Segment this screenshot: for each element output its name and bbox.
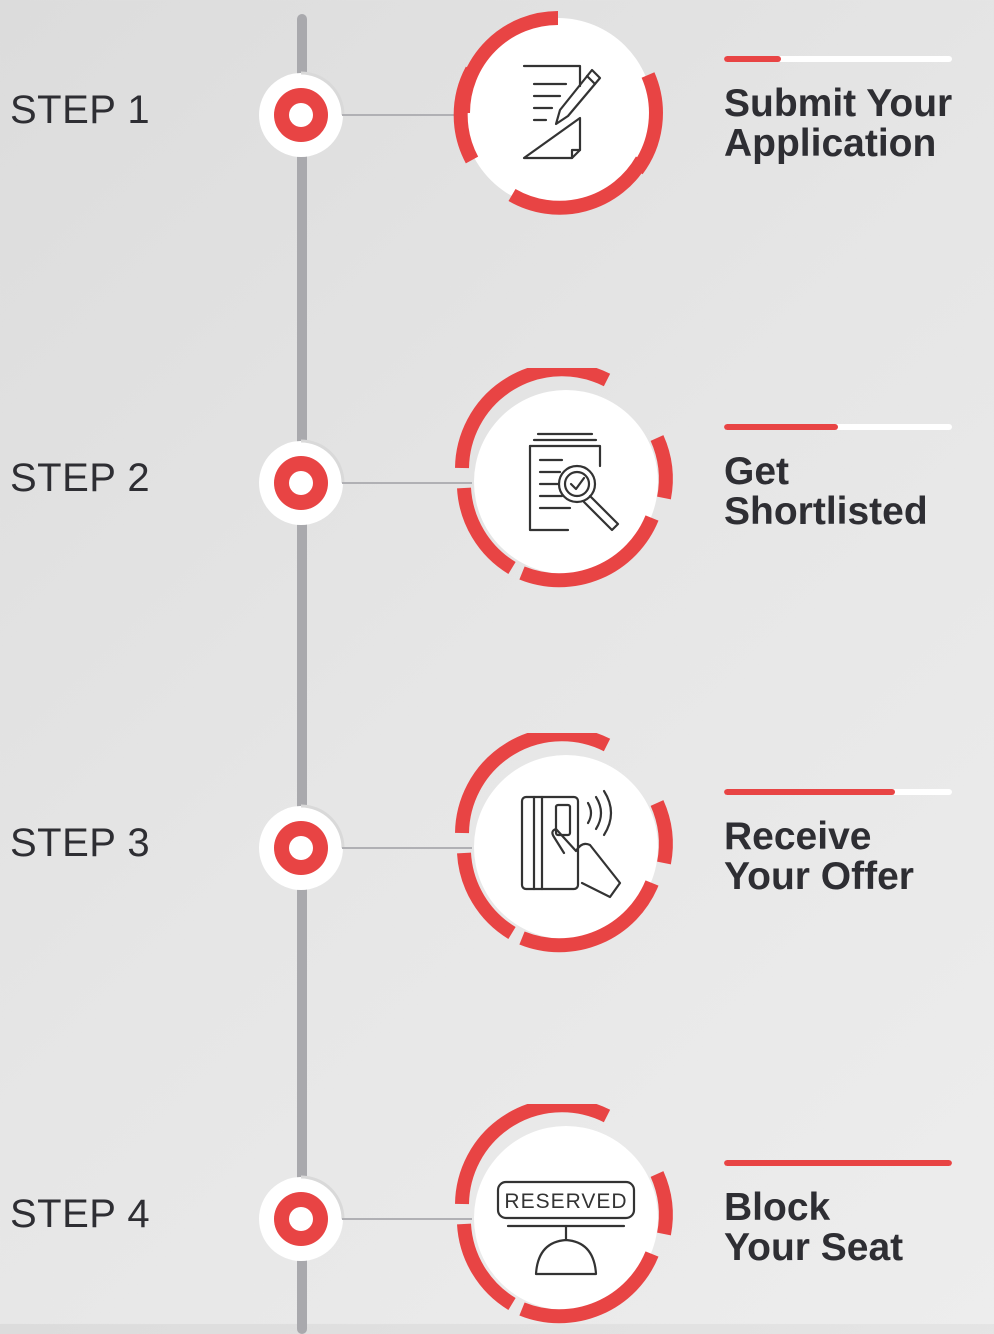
- step-title: Get Shortlisted: [724, 452, 994, 532]
- step-3: STEP 3 Receive Your Offer: [0, 733, 994, 963]
- step-label: STEP 4: [10, 1192, 151, 1236]
- step-title-line2: Your Seat: [724, 1226, 904, 1269]
- step-4: STEP 4 RESERVED Block Your Seat: [0, 1104, 994, 1334]
- timeline-node-icon: [259, 71, 345, 157]
- timeline-node-icon: [259, 804, 345, 890]
- progress-bar: [724, 56, 952, 62]
- step-title-line2: Shortlisted: [724, 490, 928, 533]
- progress-bar: [724, 424, 952, 430]
- step-1: STEP 1 Submit Your Application: [0, 0, 994, 230]
- step-2: STEP 2 Get Shortlisted: [0, 368, 994, 598]
- step-title-line2: Application: [724, 122, 937, 165]
- reserved-sign-icon: RESERVED: [455, 1104, 673, 1324]
- progress-fill: [724, 56, 781, 62]
- step-title-line1: Block: [724, 1186, 831, 1229]
- application-form-pen-icon: [453, 11, 663, 215]
- progress-fill: [724, 424, 838, 430]
- reserved-sign-text: RESERVED: [504, 1190, 627, 1213]
- step-title: Submit Your Application: [724, 84, 994, 164]
- progress-fill: [724, 789, 895, 795]
- step-title-line1: Submit Your: [724, 82, 953, 125]
- step-title: Receive Your Offer: [724, 817, 994, 897]
- step-label: STEP 3: [10, 821, 151, 865]
- document-magnifier-check-icon: [455, 368, 673, 588]
- timeline-node-icon: [259, 439, 345, 525]
- timeline-node-icon: [259, 1175, 345, 1261]
- progress-fill: [724, 1160, 952, 1166]
- step-title-line2: Your Offer: [724, 855, 914, 898]
- hand-card-offer-icon: [455, 733, 673, 953]
- step-title-line1: Receive: [724, 815, 872, 858]
- step-label: STEP 1: [10, 88, 151, 132]
- step-title: Block Your Seat: [724, 1188, 994, 1268]
- progress-bar: [724, 1160, 952, 1166]
- step-label: STEP 2: [10, 456, 151, 500]
- step-title-line1: Get: [724, 450, 790, 493]
- progress-bar: [724, 789, 952, 795]
